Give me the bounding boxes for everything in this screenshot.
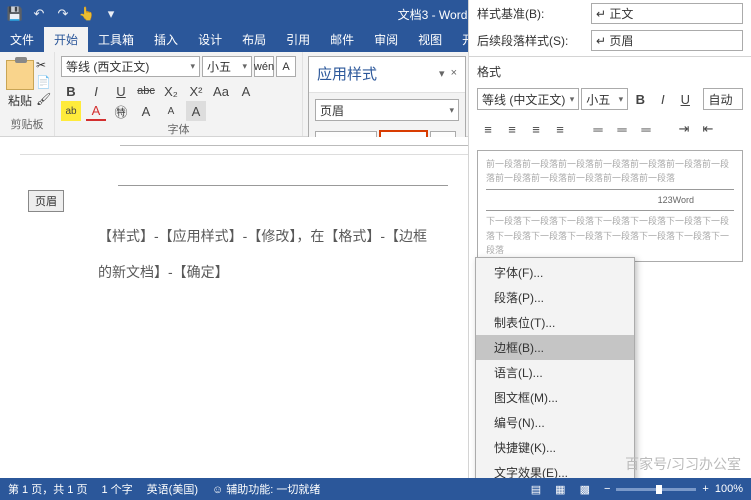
enclose-char-button[interactable]: ㊕	[111, 101, 131, 121]
char-border-button[interactable]: A	[276, 56, 296, 77]
line-space-15-icon[interactable]: ═	[611, 118, 633, 140]
subscript-button[interactable]: X₂	[161, 81, 181, 101]
follow-style-select[interactable]: ↵ 页眉	[591, 30, 743, 51]
font-size-select[interactable]: 小五▾	[202, 56, 252, 77]
status-words[interactable]: 1 个字	[101, 481, 132, 497]
status-access[interactable]: ☺ 辅助功能: 一切就绪	[212, 481, 320, 497]
tab-insert[interactable]: 插入	[144, 27, 188, 52]
qat-more-icon[interactable]: ▾	[102, 5, 120, 23]
tab-file[interactable]: 文件	[0, 27, 44, 52]
style-base-label: 样式基准(B):	[477, 5, 587, 22]
grow-font-button[interactable]: A	[136, 101, 156, 121]
clear-format-button[interactable]: A	[236, 81, 256, 101]
style-name-input[interactable]: 页眉▾	[315, 99, 459, 121]
line-space-1-icon[interactable]: ═	[587, 118, 609, 140]
align-right-icon[interactable]: ≡	[525, 118, 547, 140]
save-icon[interactable]: 💾	[6, 5, 24, 23]
doc-text: 【样式】-【应用样式】-【修改】，在【格式】-【边框 的新文档】-【确定】	[28, 218, 448, 291]
zoom-control[interactable]: −+ 100%	[604, 483, 743, 495]
tab-review[interactable]: 审阅	[364, 27, 408, 52]
view-web-icon[interactable]: ▩	[580, 483, 590, 496]
status-lang[interactable]: 英语(美国)	[147, 481, 198, 497]
superscript-button[interactable]: X²	[186, 81, 206, 101]
menu-tabs[interactable]: 制表位(T)...	[476, 310, 634, 335]
tab-home[interactable]: 开始	[44, 27, 88, 52]
ruler[interactable]	[20, 137, 468, 155]
paste-icon	[6, 60, 34, 90]
tab-references[interactable]: 引用	[276, 27, 320, 52]
indent-inc-icon[interactable]: ⇥	[673, 118, 695, 140]
view-print-icon[interactable]: ▦	[555, 483, 565, 496]
strike-button[interactable]: abc	[136, 81, 156, 101]
undo-icon[interactable]: ↶	[30, 5, 48, 23]
cut-icon[interactable]: ✂	[36, 58, 51, 72]
menu-shortcut[interactable]: 快捷键(K)...	[476, 435, 634, 460]
menu-language[interactable]: 语言(L)...	[476, 360, 634, 385]
menu-numbering[interactable]: 编号(N)...	[476, 410, 634, 435]
dlg-bold[interactable]: B	[630, 88, 650, 110]
tab-mail[interactable]: 邮件	[320, 27, 364, 52]
menu-border[interactable]: 边框(B)...	[476, 335, 634, 360]
font-group: 等线 (西文正文)▾ 小五▾ wén A B I U abc X₂ X² Aa …	[55, 52, 303, 136]
document-area[interactable]: 页眉 【样式】-【应用样式】-【修改】，在【格式】-【边框 的新文档】-【确定】	[0, 137, 468, 478]
menu-font[interactable]: 字体(F)...	[476, 260, 634, 285]
change-case-button[interactable]: Aa	[211, 81, 231, 101]
line-space-2-icon[interactable]: ═	[635, 118, 657, 140]
menu-paragraph[interactable]: 段落(P)...	[476, 285, 634, 310]
tab-view[interactable]: 视图	[408, 27, 452, 52]
menu-frame[interactable]: 图文框(M)...	[476, 385, 634, 410]
font-name-select[interactable]: 等线 (西文正文)▾	[61, 56, 200, 77]
tab-layout[interactable]: 布局	[232, 27, 276, 52]
format-painter-icon[interactable]: 🖌	[36, 92, 51, 106]
dlg-font-size[interactable]: 小五▾	[581, 88, 628, 110]
redo-icon[interactable]: ↷	[54, 5, 72, 23]
dlg-underline[interactable]: U	[675, 88, 695, 110]
view-read-icon[interactable]: ▤	[531, 483, 541, 496]
dlg-font-name[interactable]: 等线 (中文正文)▾	[477, 88, 579, 110]
paste-button[interactable]: 粘贴	[6, 54, 34, 109]
tab-toolkit[interactable]: 工具箱	[88, 27, 144, 52]
shrink-font-button[interactable]: A	[161, 101, 181, 121]
header-tag: 页眉	[28, 190, 64, 212]
bold-button[interactable]: B	[61, 81, 81, 101]
status-page[interactable]: 第 1 页，共 1 页	[8, 481, 87, 497]
font-color-button[interactable]: A	[86, 101, 106, 121]
phonetic-guide-button[interactable]: wén	[254, 56, 274, 77]
pane-close-icon[interactable]: ×	[451, 67, 457, 80]
zoom-value[interactable]: 100%	[715, 483, 743, 495]
copy-icon[interactable]: 📄	[36, 75, 51, 89]
quick-access-toolbar: 💾 ↶ ↷ 👆 ▾	[6, 5, 120, 23]
pane-dropdown-icon[interactable]: ▾	[439, 67, 445, 80]
doc-line-2: 的新文档】-【确定】	[98, 254, 448, 290]
align-left-icon[interactable]: ≡	[477, 118, 499, 140]
follow-style-label: 后续段落样式(S):	[477, 32, 587, 49]
format-dropdown-menu: 字体(F)... 段落(P)... 制表位(T)... 边框(B)... 语言(…	[475, 257, 635, 488]
dlg-color[interactable]: 自动	[703, 88, 743, 110]
paste-label: 粘贴	[8, 92, 32, 109]
doc-line-1: 【样式】-【应用样式】-【修改】，在【格式】-【边框	[98, 218, 448, 254]
statusbar: 第 1 页，共 1 页 1 个字 英语(美国) ☺ 辅助功能: 一切就绪 ▤ ▦…	[0, 478, 751, 500]
align-justify-icon[interactable]: ≡	[549, 118, 571, 140]
indent-dec-icon[interactable]: ⇤	[697, 118, 719, 140]
underline-button[interactable]: U	[111, 81, 131, 101]
page[interactable]: 页眉 【样式】-【应用样式】-【修改】，在【格式】-【边框 的新文档】-【确定】	[28, 185, 448, 291]
clipboard-label: 剪贴板	[6, 116, 48, 134]
italic-button[interactable]: I	[86, 81, 106, 101]
tab-design[interactable]: 设计	[188, 27, 232, 52]
touch-icon[interactable]: 👆	[78, 5, 96, 23]
style-base-select[interactable]: ↵ 正文	[591, 3, 743, 24]
apply-styles-title: 应用样式	[317, 63, 377, 84]
dlg-italic[interactable]: I	[653, 88, 673, 110]
align-center-icon[interactable]: ≡	[501, 118, 523, 140]
style-preview: 前一段落前一段落前一段落前一段落前一段落前一段落前一段落前一段落前一段落前一段落…	[477, 150, 743, 262]
clipboard-group: 粘贴 ✂ 📄 🖌 剪贴板	[0, 52, 55, 136]
char-shading-button[interactable]: A	[186, 101, 206, 121]
format-section-label: 格式	[469, 59, 751, 84]
highlight-button[interactable]: ab	[61, 101, 81, 121]
